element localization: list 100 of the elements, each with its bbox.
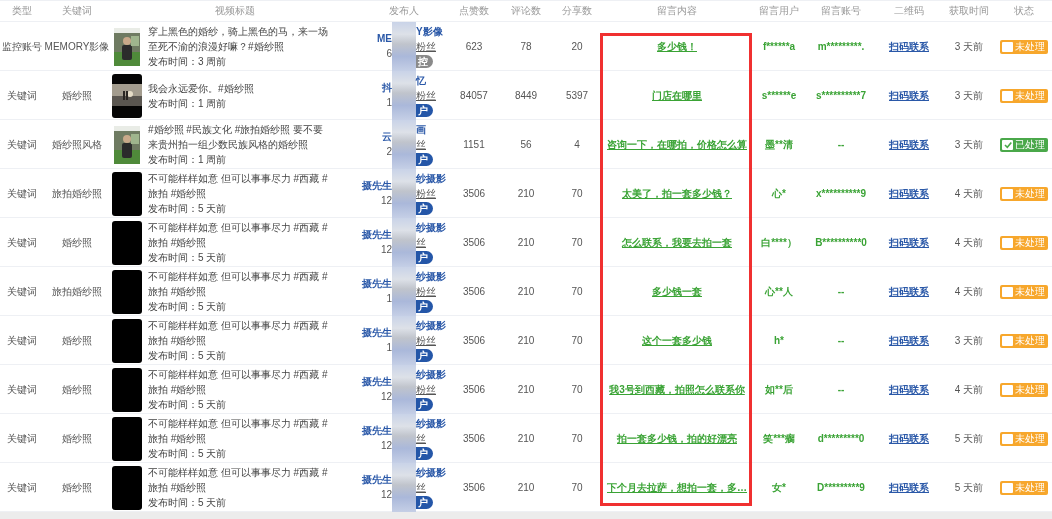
qr-link[interactable]: 扫码联系 bbox=[889, 480, 929, 495]
table-cell: 监控账号 bbox=[2, 39, 42, 54]
comment-user: 心**人 bbox=[765, 284, 793, 299]
publisher-name[interactable]: 纱摄影 bbox=[416, 368, 446, 382]
table-cell: 210 bbox=[517, 384, 535, 395]
publisher-name[interactable]: 纱摄影 bbox=[416, 417, 446, 431]
publisher-name[interactable]: 摄先生 bbox=[362, 424, 392, 438]
column-header: 点赞数 bbox=[458, 4, 490, 18]
account-tag: 户 bbox=[416, 349, 433, 362]
fan-label: 粉丝 bbox=[416, 285, 436, 299]
publisher-name[interactable]: 忆 bbox=[416, 74, 426, 88]
publisher-name[interactable]: 摄先生 bbox=[362, 326, 392, 340]
comment-account: -- bbox=[837, 286, 845, 297]
table-cell: 56 bbox=[520, 139, 532, 150]
account-tag: 户 bbox=[416, 251, 433, 264]
publisher-name[interactable]: 纱摄影 bbox=[416, 221, 446, 235]
table-cell: 210 bbox=[517, 237, 535, 248]
video-thumbnail bbox=[112, 318, 142, 363]
qr-link[interactable]: 扫码联系 bbox=[889, 235, 929, 250]
qr-link[interactable]: 扫码联系 bbox=[889, 88, 929, 103]
publish-time: 发布时间：5 天前 bbox=[148, 447, 228, 461]
video-title: 不可能样样如意 但可以事事尽力 #西藏 # bbox=[148, 417, 328, 431]
video-title: 不可能样样如意 但可以事事尽力 #西藏 # bbox=[148, 221, 328, 235]
video-title: 不可能样样如意 但可以事事尽力 #西藏 # bbox=[148, 172, 328, 186]
video-title: 我会永远爱你。#婚纱照 bbox=[148, 81, 254, 96]
table-cell: 4 天前 bbox=[954, 284, 984, 299]
table-cell: 210 bbox=[517, 482, 535, 493]
video-thumbnail bbox=[112, 269, 142, 314]
redaction-mosaic bbox=[392, 365, 416, 414]
table-cell: 关键词 bbox=[7, 382, 37, 397]
fan-label: 粉丝 bbox=[416, 40, 436, 54]
redaction-mosaic bbox=[392, 463, 416, 512]
publisher-name[interactable]: 摄先生 bbox=[362, 473, 392, 487]
table-cell: 关键词 bbox=[7, 235, 37, 250]
table-cell: 婚纱照 bbox=[62, 88, 92, 103]
column-header: 视频标题 bbox=[214, 4, 256, 18]
redaction-mosaic bbox=[392, 120, 416, 169]
publish-time: 发布时间：5 天前 bbox=[148, 349, 228, 363]
column-header: 留言账号 bbox=[820, 4, 862, 18]
qr-link[interactable]: 扫码联系 bbox=[889, 137, 929, 152]
table-cell: 3 天前 bbox=[954, 88, 984, 103]
publish-time: 发布时间：1 周前 bbox=[148, 96, 228, 111]
account-tag: 户 bbox=[416, 104, 433, 117]
redaction-mosaic bbox=[392, 414, 416, 463]
qr-link[interactable]: 扫码联系 bbox=[889, 431, 929, 446]
table-cell: 关键词 bbox=[7, 431, 37, 446]
qr-link[interactable]: 扫码联系 bbox=[889, 382, 929, 397]
table-cell: 4 天前 bbox=[954, 235, 984, 250]
publisher-name[interactable]: 纱摄影 bbox=[416, 466, 446, 480]
table-cell: 婚纱照 bbox=[62, 333, 92, 348]
redaction-mosaic bbox=[392, 316, 416, 365]
video-title: 来贵州拍一组少数民族风格的婚纱照 bbox=[148, 138, 309, 152]
redaction-mosaic bbox=[392, 267, 416, 316]
column-header: 留言内容 bbox=[656, 4, 698, 18]
qr-link[interactable]: 扫码联系 bbox=[889, 284, 929, 299]
publisher-name[interactable]: 云 bbox=[382, 130, 392, 144]
qr-link[interactable]: 扫码联系 bbox=[889, 39, 929, 54]
column-header: 评论数 bbox=[510, 4, 542, 18]
publisher-name[interactable]: 纱摄影 bbox=[416, 172, 446, 186]
table-cell: 70 bbox=[571, 482, 583, 493]
video-title: 至死不渝的浪漫好嘛？#婚纱照 bbox=[148, 40, 285, 54]
table-cell: 婚纱照 bbox=[62, 382, 92, 397]
publisher-name[interactable]: ME bbox=[377, 32, 392, 46]
account-tag: 户 bbox=[416, 153, 433, 166]
table-cell: 3 天前 bbox=[954, 137, 984, 152]
fan-count: 1 bbox=[386, 292, 392, 306]
account-tag: 控 bbox=[416, 55, 433, 68]
comment-account: d*********0 bbox=[817, 433, 865, 444]
table-cell: 关键词 bbox=[7, 333, 37, 348]
comment-account: -- bbox=[837, 384, 845, 395]
publisher-name[interactable]: Y影像 bbox=[416, 25, 443, 39]
publisher-name[interactable]: 摄先生 bbox=[362, 228, 392, 242]
table-cell: 70 bbox=[571, 237, 583, 248]
table-cell: 70 bbox=[571, 433, 583, 444]
table-cell: 3506 bbox=[462, 335, 486, 346]
video-title: #婚纱照 #民族文化 #旅拍婚纱照 要不要 bbox=[148, 123, 324, 137]
table-cell: 4 天前 bbox=[954, 186, 984, 201]
video-thumbnail bbox=[112, 416, 142, 461]
publisher-name[interactable]: 纱摄影 bbox=[416, 270, 446, 284]
publisher-name[interactable]: 摄先生 bbox=[362, 277, 392, 291]
video-title: 不可能样样如意 但可以事事尽力 #西藏 # bbox=[148, 319, 328, 333]
column-header: 关键词 bbox=[61, 4, 93, 18]
redaction-mosaic bbox=[392, 169, 416, 218]
publisher-name[interactable]: 摄先生 bbox=[362, 375, 392, 389]
qr-link[interactable]: 扫码联系 bbox=[889, 333, 929, 348]
fan-count: 1 bbox=[386, 96, 392, 110]
video-title: 旅拍 #婚纱照 bbox=[148, 236, 208, 250]
table-cell: 婚纱照 bbox=[62, 235, 92, 250]
table-cell: 3 天前 bbox=[954, 333, 984, 348]
publish-time: 发布时间：5 天前 bbox=[148, 496, 228, 510]
fan-count: 6 bbox=[386, 47, 392, 61]
publisher-name[interactable]: 摄先生 bbox=[362, 179, 392, 193]
publisher-name[interactable]: 抖 bbox=[382, 81, 392, 95]
comment-user: 墨**清 bbox=[765, 137, 793, 152]
comment-account: D*********9 bbox=[817, 482, 865, 493]
qr-link[interactable]: 扫码联系 bbox=[889, 186, 929, 201]
publisher-name[interactable]: 画 bbox=[416, 123, 426, 137]
redaction-mosaic bbox=[392, 22, 416, 71]
publisher-name[interactable]: 纱摄影 bbox=[416, 319, 446, 333]
table-cell: 3506 bbox=[462, 237, 486, 248]
